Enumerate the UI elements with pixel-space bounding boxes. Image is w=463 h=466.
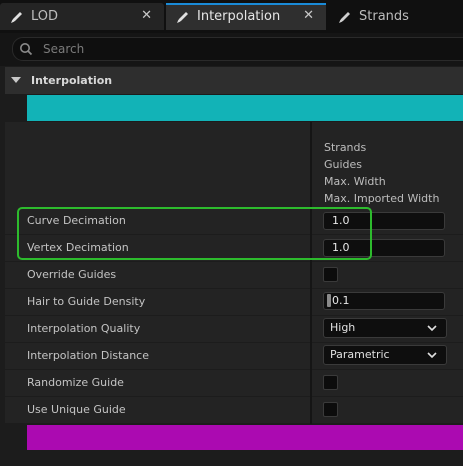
interpolation-quality-label: Interpolation Quality [27, 322, 141, 335]
interpolation-distance-dropdown[interactable]: Parametric [323, 345, 447, 365]
header-guides: Guides [324, 158, 363, 171]
tab-lod-label: LOD [31, 9, 59, 24]
override-guides-checkbox[interactable] [323, 267, 338, 282]
chevron-down-icon [427, 352, 437, 359]
header-max-imported-width: Max. Imported Width [324, 192, 440, 205]
tab-strands[interactable]: Strands [328, 3, 463, 30]
tab-lod[interactable]: LOD ✕ [0, 3, 164, 30]
search-icon [20, 43, 33, 56]
randomize-guide-checkbox[interactable] [323, 375, 338, 390]
close-icon[interactable]: ✕ [141, 8, 152, 23]
interpolation-distance-value: Parametric [330, 348, 390, 361]
chevron-down-icon [427, 325, 437, 332]
hair-to-guide-density-field[interactable]: 0.1 [323, 292, 445, 310]
group-color-bar-top [27, 95, 463, 121]
search-box[interactable] [12, 37, 463, 61]
pencil-icon [339, 11, 350, 23]
pencil-icon [11, 11, 22, 23]
chevron-down-icon [11, 77, 21, 83]
tab-strands-label: Strands [359, 9, 409, 24]
randomize-guide-label: Randomize Guide [27, 376, 124, 389]
header-max-width: Max. Width [324, 175, 386, 188]
header-strands: Strands [324, 141, 367, 154]
close-icon[interactable]: ✕ [303, 8, 314, 23]
override-guides-label: Override Guides [27, 268, 117, 281]
tab-interpolation-label: Interpolation [197, 9, 281, 24]
pencil-icon [177, 11, 188, 23]
category-header-interpolation[interactable]: Interpolation [5, 67, 463, 94]
interpolation-quality-value: High [330, 321, 356, 334]
tab-interpolation[interactable]: Interpolation ✕ [166, 3, 326, 30]
search-input[interactable] [41, 39, 445, 59]
category-label: Interpolation [31, 74, 113, 87]
active-tab-indicator [166, 3, 326, 5]
highlight-box [17, 207, 372, 260]
interpolation-quality-dropdown[interactable]: High [323, 318, 447, 338]
interpolation-distance-label: Interpolation Distance [27, 349, 149, 362]
slider-handle[interactable] [327, 294, 331, 307]
hair-to-guide-density-label: Hair to Guide Density [27, 295, 146, 308]
use-unique-guide-checkbox[interactable] [323, 402, 338, 417]
group-color-bar-bottom [27, 425, 463, 450]
use-unique-guide-label: Use Unique Guide [27, 403, 126, 416]
